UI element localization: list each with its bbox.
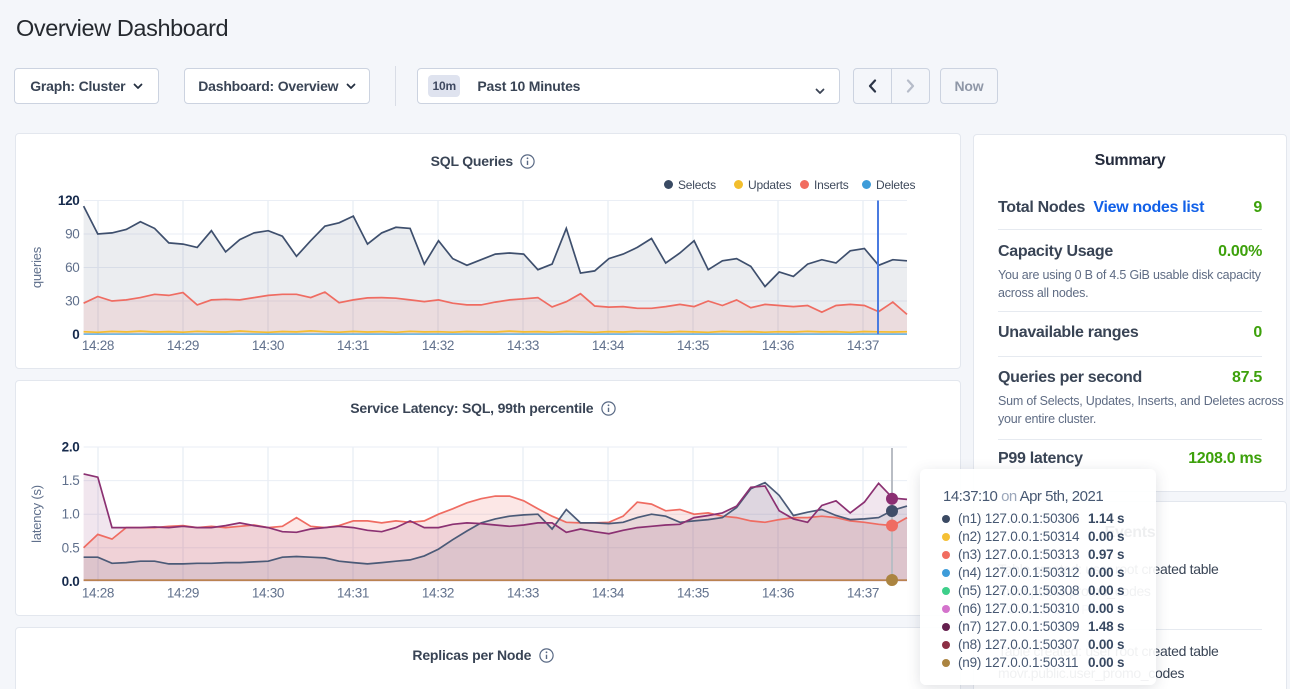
svg-text:90: 90: [65, 227, 79, 242]
svg-text:14:29: 14:29: [167, 338, 199, 353]
svg-text:14:36: 14:36: [762, 586, 794, 601]
svg-text:0.0: 0.0: [62, 574, 80, 589]
svg-text:14:34: 14:34: [592, 586, 625, 601]
svg-text:2.0: 2.0: [62, 440, 80, 455]
svg-text:14:29: 14:29: [167, 586, 199, 601]
svg-text:0.5: 0.5: [62, 540, 80, 555]
svg-text:14:32: 14:32: [422, 338, 454, 353]
svg-text:0: 0: [72, 327, 79, 342]
svg-text:14:33: 14:33: [507, 586, 539, 601]
svg-text:14:31: 14:31: [337, 338, 369, 353]
svg-text:14:35: 14:35: [677, 338, 709, 353]
svg-text:queries: queries: [29, 246, 44, 288]
svg-text:14:32: 14:32: [422, 586, 454, 601]
svg-text:30: 30: [65, 294, 79, 309]
svg-text:60: 60: [65, 260, 79, 275]
svg-text:14:33: 14:33: [507, 338, 539, 353]
svg-text:14:34: 14:34: [592, 338, 625, 353]
svg-text:14:37: 14:37: [847, 338, 879, 353]
svg-text:14:37: 14:37: [847, 586, 879, 601]
svg-text:14:28: 14:28: [82, 586, 114, 601]
svg-text:14:30: 14:30: [252, 586, 284, 601]
svg-text:14:28: 14:28: [82, 338, 114, 353]
svg-text:120: 120: [58, 193, 80, 208]
svg-text:1.0: 1.0: [62, 507, 80, 522]
svg-text:latency (s): latency (s): [29, 485, 44, 543]
svg-text:14:35: 14:35: [677, 586, 709, 601]
svg-text:14:30: 14:30: [252, 338, 284, 353]
svg-text:1.5: 1.5: [62, 473, 80, 488]
svg-text:14:31: 14:31: [337, 586, 369, 601]
svg-text:14:36: 14:36: [762, 338, 794, 353]
